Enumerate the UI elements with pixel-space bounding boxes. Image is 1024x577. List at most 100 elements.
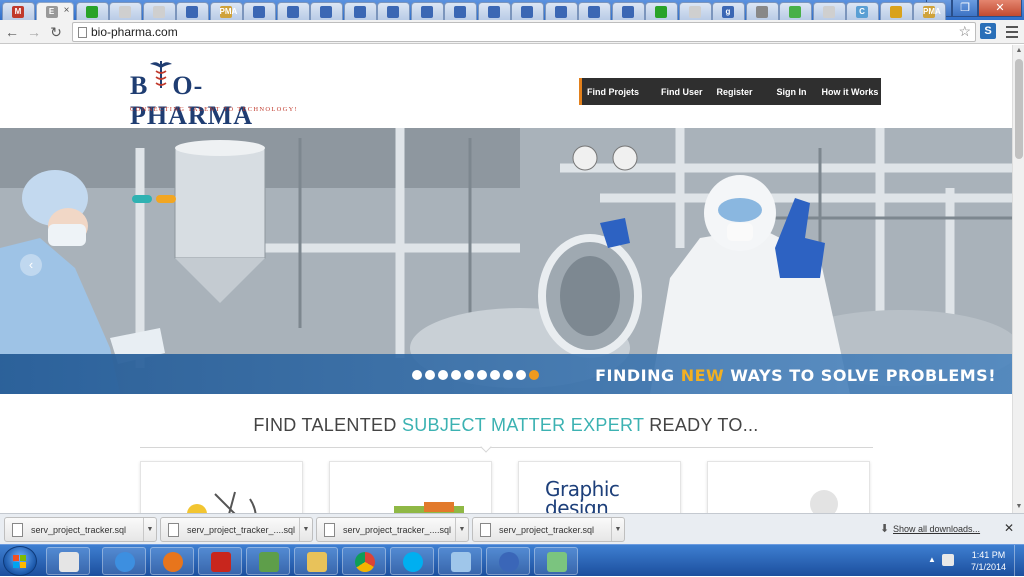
browser-tab[interactable] (276, 2, 310, 20)
slider-dot[interactable] (529, 370, 539, 380)
show-all-downloads-link[interactable]: Show all downloads... (893, 524, 980, 534)
scroll-thumb[interactable] (1015, 59, 1023, 159)
browser-tab[interactable] (511, 2, 544, 20)
nav-find-user[interactable]: Find User (661, 87, 703, 97)
menu-icon[interactable] (1005, 23, 1019, 39)
maximize-button[interactable]: ❐ (952, 0, 978, 17)
nav-sign-in[interactable]: Sign In (777, 87, 807, 97)
nav-register[interactable]: Register (717, 87, 753, 97)
browser-tab[interactable] (75, 2, 109, 20)
card-graphic-design[interactable]: Graphic design (518, 461, 681, 513)
browser-tab[interactable] (745, 2, 779, 20)
download-item[interactable]: serv_project_tracker.sql ▼ (4, 517, 157, 542)
browser-toolbar: ← → ↻ bio-pharma.com ☆ (0, 20, 1024, 44)
system-clock[interactable]: 1:41 PM 7/1/2014 (971, 549, 1006, 573)
file-icon (324, 523, 335, 537)
download-item[interactable]: serv_project_tracker_....sql ▼ (316, 517, 469, 542)
browser-tab[interactable] (343, 2, 377, 20)
chrome-icon (355, 552, 375, 572)
scroll-down-icon[interactable]: ▼ (1013, 501, 1024, 513)
browser-tab[interactable] (812, 2, 846, 20)
browser-tab[interactable] (678, 2, 712, 20)
show-desktop-button[interactable] (1014, 545, 1024, 577)
slider-prev-arrow[interactable]: ‹ (20, 254, 42, 276)
browser-tab[interactable] (176, 2, 209, 20)
taskbar-app-filezilla[interactable] (198, 547, 242, 575)
browser-tab[interactable] (779, 2, 812, 20)
show-hidden-icons-icon[interactable]: ▲ (928, 555, 936, 564)
address-bar[interactable]: bio-pharma.com ☆ (72, 22, 976, 42)
site-logo[interactable]: B O-PHARMA CONNECTING TALENT TO TECHNOLOG… (130, 59, 322, 130)
slider-dot[interactable] (490, 370, 500, 380)
browser-tab[interactable] (645, 2, 678, 20)
slider-dot[interactable] (425, 370, 435, 380)
address-url[interactable]: bio-pharma.com (91, 25, 178, 39)
taskbar-app-skype[interactable] (390, 547, 434, 575)
slider-dot[interactable] (451, 370, 461, 380)
file-icon (168, 523, 179, 537)
browser-tab[interactable] (142, 2, 176, 20)
slider-dot[interactable] (412, 370, 422, 380)
download-item[interactable]: serv_project_tracker.sql ▼ (472, 517, 625, 542)
taskbar-app-firefox[interactable] (150, 547, 194, 575)
close-tab-icon[interactable]: × (64, 5, 70, 16)
windows-logo-icon (13, 555, 26, 568)
tab-favicon-icon (889, 6, 902, 18)
taskbar-app-explorer[interactable] (294, 547, 338, 575)
browser-tab[interactable] (410, 2, 444, 20)
browser-tab[interactable]: E × (35, 2, 74, 20)
taskbar-app-window[interactable] (438, 547, 482, 575)
scroll-up-icon[interactable]: ▲ (1013, 45, 1024, 57)
card-services[interactable] (140, 461, 303, 513)
download-menu-arrow-icon[interactable]: ▼ (611, 518, 624, 541)
browser-tab[interactable]: M (2, 2, 35, 20)
browser-tab[interactable] (377, 2, 410, 20)
taskbar-app-link[interactable] (486, 547, 530, 575)
taskbar-app-messenger[interactable] (534, 547, 578, 575)
close-window-button[interactable]: ✕ (978, 0, 1022, 17)
action-center-flag-icon[interactable] (942, 554, 954, 566)
download-menu-arrow-icon[interactable]: ▼ (143, 518, 156, 541)
browser-tab[interactable] (444, 2, 477, 20)
extension-icon[interactable]: S (980, 23, 996, 39)
page-scrollbar[interactable]: ▲ ▼ (1012, 45, 1024, 513)
card-consulting[interactable] (707, 461, 870, 513)
browser-tab[interactable] (544, 2, 578, 20)
close-shelf-icon[interactable]: ✕ (1004, 521, 1014, 535)
forward-button[interactable]: → (26, 24, 42, 40)
taskbar-app-chrome[interactable] (342, 547, 386, 575)
download-menu-arrow-icon[interactable]: ▼ (299, 518, 312, 541)
browser-tab[interactable]: PMA (209, 2, 243, 20)
bookmark-star-icon[interactable]: ☆ (958, 23, 971, 40)
browser-tab[interactable] (611, 2, 645, 20)
browser-tab[interactable] (243, 2, 276, 20)
slider-dot[interactable] (503, 370, 513, 380)
taskbar-app-paint[interactable] (46, 547, 90, 575)
paint-icon (59, 552, 79, 572)
taskbar-app-safari[interactable] (102, 547, 146, 575)
browser-tab[interactable] (879, 2, 913, 20)
slider-dot[interactable] (516, 370, 526, 380)
headline-part-2: READY TO... (643, 415, 759, 435)
download-item[interactable]: serv_project_tracker_....sql ▼ (160, 517, 313, 542)
download-filename: serv_project_tracker_....sql (187, 525, 296, 535)
graphic-design-title: Graphic design (545, 479, 620, 513)
browser-tab[interactable]: PMA (913, 2, 946, 20)
slider-dot[interactable] (438, 370, 448, 380)
start-button[interactable] (3, 546, 37, 576)
browser-tab[interactable] (578, 2, 611, 20)
browser-tab[interactable] (109, 2, 142, 20)
download-menu-arrow-icon[interactable]: ▼ (455, 518, 468, 541)
reload-button[interactable]: ↻ (48, 24, 64, 40)
slider-dot[interactable] (464, 370, 474, 380)
browser-tab[interactable] (310, 2, 343, 20)
back-button[interactable]: ← (4, 24, 20, 40)
browser-tab[interactable] (477, 2, 511, 20)
taskbar-app-chart[interactable] (246, 547, 290, 575)
slider-dot[interactable] (477, 370, 487, 380)
nav-find-projects[interactable]: Find Projets (587, 87, 639, 97)
nav-how-it-works[interactable]: How it Works (822, 87, 879, 97)
browser-tab[interactable]: g (712, 2, 745, 20)
card-analytics[interactable] (329, 461, 492, 513)
browser-tab[interactable]: C (846, 2, 879, 20)
